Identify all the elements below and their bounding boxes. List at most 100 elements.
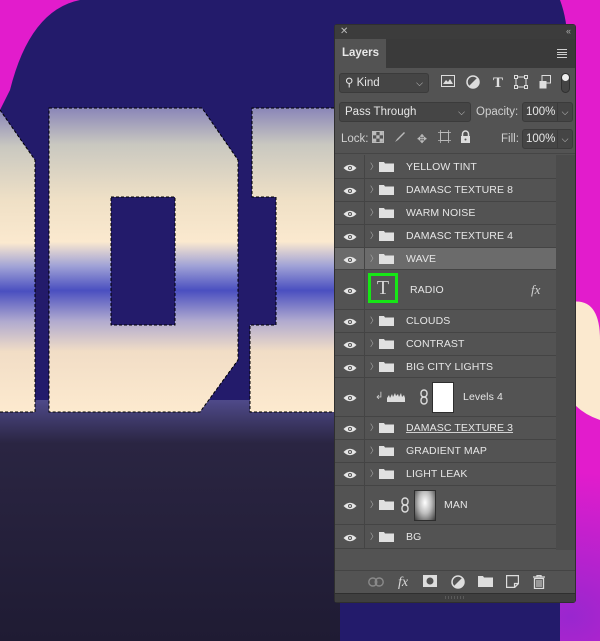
opacity-dropdown-button[interactable]: ⌵ [558,102,573,122]
layer-name[interactable]: DAMASC TEXTURE 3 [406,421,513,435]
layer-list-scrollbar[interactable] [556,155,575,550]
fill-dropdown-button[interactable]: ⌵ [558,129,573,149]
lock-transparent-pixels-icon[interactable] [370,130,386,148]
eye-icon [343,209,357,218]
panel-menu-icon[interactable] [557,49,567,58]
new-group-icon[interactable] [476,575,494,591]
layer-row[interactable]: 〉 DAMASC TEXTURE 4 [335,225,556,248]
visibility-toggle[interactable] [335,155,365,178]
new-adjustment-layer-icon[interactable] [449,575,467,591]
visibility-toggle[interactable] [335,525,365,548]
visibility-toggle[interactable] [335,310,365,332]
visibility-toggle[interactable] [335,270,365,309]
expand-arrow-icon[interactable]: 〉 [370,445,378,457]
fill-input[interactable]: 100% [522,129,558,149]
add-mask-icon[interactable] [421,575,439,591]
new-layer-icon[interactable] [503,574,521,591]
layer-name[interactable]: RADIO [410,283,444,297]
layer-name[interactable]: WARM NOISE [406,206,475,220]
layer-name[interactable]: MAN [444,498,468,512]
close-panel-icon[interactable]: ✕ [340,25,348,38]
layer-name[interactable]: CLOUDS [406,314,450,328]
layer-name[interactable]: BIG CITY LIGHTS [406,360,493,374]
visibility-toggle[interactable] [335,179,365,201]
adjustment-filter-icon[interactable] [465,75,481,91]
expand-arrow-icon[interactable]: 〉 [370,361,378,373]
lock-all-icon[interactable] [457,130,473,148]
layer-row[interactable]: 〉 LIGHT LEAK [335,463,556,486]
text-layer-thumbnail[interactable]: T [368,273,398,303]
expand-arrow-icon[interactable]: 〉 [370,184,378,196]
layer-row[interactable]: 〉 YELLOW TINT [335,155,556,179]
shape-filter-icon[interactable] [513,75,529,91]
filter-kind-dropdown[interactable]: ⚲ Kind ⌵ [339,73,429,93]
layer-row[interactable]: 〉 WARM NOISE [335,202,556,225]
expand-arrow-icon[interactable]: 〉 [370,338,378,350]
lock-label: Lock: [341,133,369,145]
expand-arrow-icon[interactable]: 〉 [370,230,378,242]
visibility-toggle[interactable] [335,248,365,269]
mask-link-icon[interactable] [401,497,409,513]
layer-name[interactable]: YELLOW TINT [406,160,477,174]
image-filter-icon[interactable] [440,75,456,91]
opacity-input[interactable]: 100% [522,102,558,122]
layer-name[interactable]: CONTRAST [406,337,465,351]
layer-effects-icon[interactable]: fx [531,282,540,298]
levels-histogram-icon[interactable] [387,392,405,402]
panel-titlebar[interactable]: ✕ ‹‹ [335,25,575,39]
lock-image-pixels-icon[interactable] [392,130,408,148]
add-layer-style-icon[interactable]: fx [394,575,412,591]
layer-mask-thumbnail[interactable] [414,490,436,521]
visibility-toggle[interactable] [335,356,365,377]
type-filter-icon[interactable]: T [490,75,506,91]
lock-artboard-icon[interactable] [436,130,452,148]
layer-mask-thumbnail[interactable] [432,382,454,413]
layer-name[interactable]: WAVE [406,252,436,266]
visibility-toggle[interactable] [335,378,365,416]
visibility-toggle[interactable] [335,202,365,224]
layer-row[interactable]: 〉 WAVE [335,248,556,270]
visibility-toggle[interactable] [335,486,365,524]
layer-row[interactable]: ↲ Levels 4 [335,378,556,417]
visibility-toggle[interactable] [335,463,365,485]
layer-name[interactable]: DAMASC TEXTURE 4 [406,229,513,243]
delete-layer-icon[interactable] [530,574,548,591]
expand-arrow-icon[interactable]: 〉 [370,531,378,543]
tab-layers[interactable]: Layers [335,39,386,68]
expand-arrow-icon[interactable]: 〉 [370,499,378,511]
mask-link-icon[interactable] [420,389,428,405]
layer-row[interactable]: 〉 CLOUDS [335,310,556,333]
expand-arrow-icon[interactable]: 〉 [370,315,378,327]
layer-name[interactable]: LIGHT LEAK [406,467,468,481]
fill-label: Fill: [501,133,519,145]
expand-arrow-icon[interactable]: 〉 [370,468,378,480]
layer-row[interactable]: 〉 GRADIENT MAP [335,440,556,463]
link-layers-icon[interactable] [367,575,385,591]
expand-arrow-icon[interactable]: 〉 [370,422,378,434]
layer-name[interactable]: GRADIENT MAP [406,444,487,458]
layer-row[interactable]: 〉 DAMASC TEXTURE 8 [335,179,556,202]
layer-row[interactable]: 〉 CONTRAST [335,333,556,356]
folder-icon [379,339,394,349]
layer-name[interactable]: DAMASC TEXTURE 8 [406,183,513,197]
lock-position-icon[interactable]: ✥ [414,130,430,148]
visibility-toggle[interactable] [335,417,365,439]
layer-name[interactable]: Levels 4 [463,390,503,404]
expand-arrow-icon[interactable]: 〉 [370,253,378,265]
expand-arrow-icon[interactable]: 〉 [370,161,378,173]
layer-row[interactable]: 〉 BG [335,525,556,549]
visibility-toggle[interactable] [335,440,365,462]
visibility-toggle[interactable] [335,225,365,247]
layer-row[interactable]: Tfx⌵RADIO [335,270,575,310]
layer-row[interactable]: 〉 DAMASC TEXTURE 3 [335,417,556,440]
panel-resize-grip[interactable] [335,593,575,602]
blend-mode-dropdown[interactable]: Pass Through ⌵ [339,102,471,122]
layer-row[interactable]: 〉 MAN [335,486,556,525]
smart-object-filter-icon[interactable] [537,75,553,91]
expand-arrow-icon[interactable]: 〉 [370,207,378,219]
collapse-panel-icon[interactable]: ‹‹ [566,25,571,38]
layer-name[interactable]: BG [406,530,421,544]
visibility-toggle[interactable] [335,333,365,355]
layer-row[interactable]: 〉 BIG CITY LIGHTS [335,356,556,378]
filter-toggle-switch[interactable] [561,73,570,93]
